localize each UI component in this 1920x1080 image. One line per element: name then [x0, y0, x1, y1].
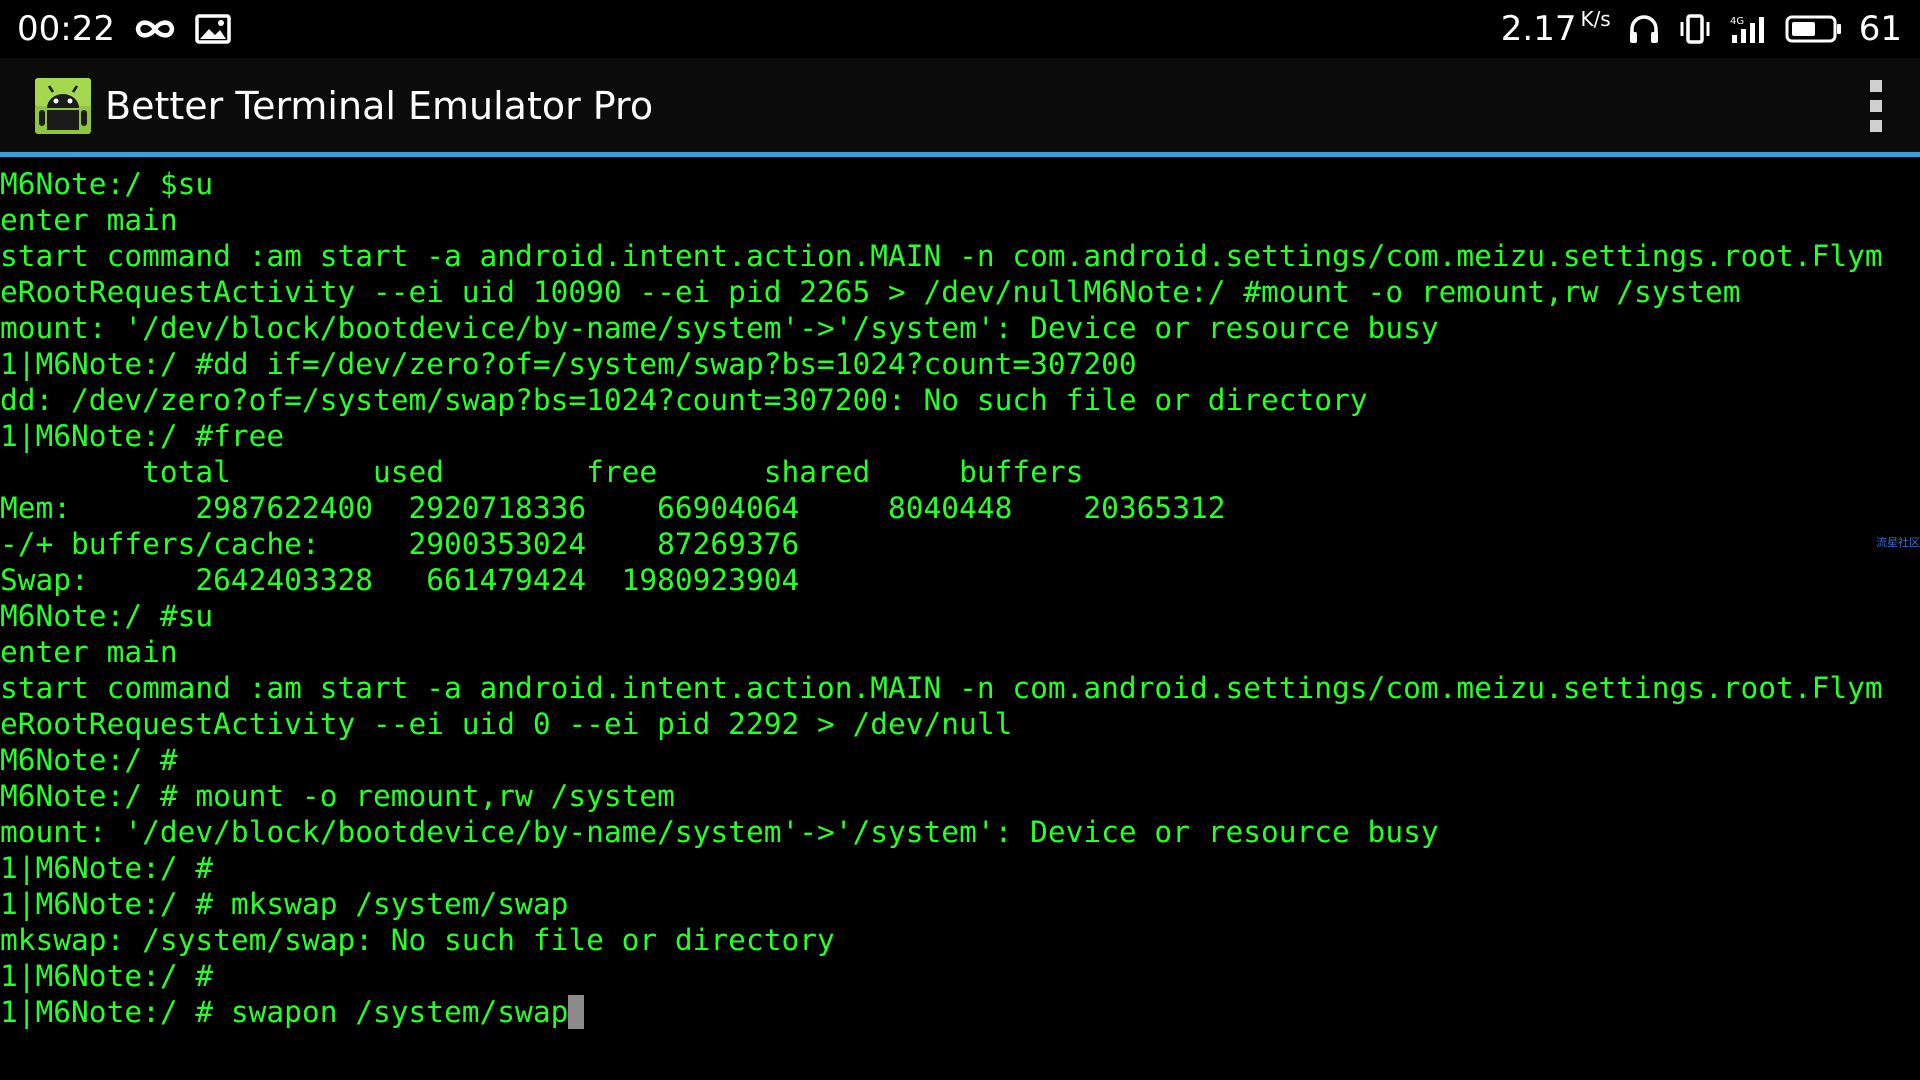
menu-dot	[1870, 100, 1882, 112]
terminal-line: mount: '/dev/block/bootdevice/by-name/sy…	[0, 311, 1439, 345]
network-speed-unit: K/s	[1580, 7, 1611, 31]
terminal-line: mkswap: /system/swap: No such file or di…	[0, 923, 835, 957]
battery-level: 61	[1858, 9, 1902, 49]
terminal-line: 1|M6Note:/ #free	[0, 419, 285, 453]
terminal-input-line[interactable]: 1|M6Note:/ # swapon /system/swap	[0, 994, 1920, 1030]
terminal-line: Mem: 2987622400 2920718336 66904064 8040…	[0, 491, 1226, 525]
terminal-line: M6Note:/ $su	[0, 167, 214, 201]
terminal-line: eRootRequestActivity --ei uid 0 --ei pid…	[0, 707, 1013, 741]
app-bar-divider	[0, 152, 1920, 157]
terminal-line: 1|M6Note:/ #dd if=/dev/zero?of=/system/s…	[0, 347, 1137, 381]
terminal-line: Swap: 2642403328 661479424 1980923904	[0, 563, 800, 597]
watermark: 流星社区	[1876, 536, 1920, 549]
terminal-line: enter main	[0, 203, 178, 237]
battery-icon	[1785, 14, 1843, 44]
terminal-line: M6Note:/ #su	[0, 599, 214, 633]
app-bar: Better Terminal Emulator Pro	[0, 58, 1920, 152]
vibrate-icon	[1677, 13, 1713, 45]
menu-dot	[1870, 120, 1882, 132]
image-notification-icon	[195, 14, 231, 44]
terminal-line: 1|M6Note:/ #	[0, 959, 214, 993]
app-title: Better Terminal Emulator Pro	[105, 84, 654, 128]
terminal-line: 1|M6Note:/ # mkswap /system/swap	[0, 887, 569, 921]
network-speed-value: 2.17	[1500, 9, 1577, 49]
headphones-icon	[1627, 13, 1661, 45]
terminal-line: -/+ buffers/cache: 2900353024 87269376	[0, 527, 800, 561]
terminal-line: M6Note:/ #	[0, 743, 178, 777]
terminal-line: total used free shared buffers	[0, 455, 1084, 489]
terminal-line: mount: '/dev/block/bootdevice/by-name/sy…	[0, 815, 1439, 849]
status-bar: 00:22 2.17 K/s 4G 61	[0, 0, 1920, 58]
network-type-label: 4G	[1730, 16, 1744, 27]
terminal-line: start command :am start -a android.inten…	[0, 671, 1883, 705]
terminal-input-text: 1|M6Note:/ # swapon /system/swap	[0, 995, 569, 1029]
status-right: 2.17 K/s 4G 61	[1501, 6, 1902, 52]
status-left: 00:22	[17, 6, 231, 52]
android-app-icon	[35, 78, 91, 134]
terminal-output[interactable]: M6Note:/ $su enter main start command :am …	[0, 166, 1920, 1066]
network-speed: 2.17 K/s	[1500, 7, 1611, 49]
terminal-line: enter main	[0, 635, 178, 669]
terminal-line: 1|M6Note:/ #	[0, 851, 214, 885]
terminal-line: eRootRequestActivity --ei uid 10090 --ei…	[0, 275, 1741, 309]
terminal-line: dd: /dev/zero?of=/system/swap?bs=1024?co…	[0, 383, 1368, 417]
menu-dot	[1870, 80, 1882, 92]
terminal-cursor	[568, 995, 585, 1029]
terminal-line: start command :am start -a android.inten…	[0, 239, 1883, 273]
status-time: 00:22	[17, 9, 115, 49]
infinity-icon	[133, 16, 177, 42]
terminal-line: M6Note:/ # mount -o remount,rw /system	[0, 779, 675, 813]
signal-4g-icon: 4G	[1729, 13, 1769, 45]
overflow-menu-icon[interactable]	[1866, 80, 1886, 132]
